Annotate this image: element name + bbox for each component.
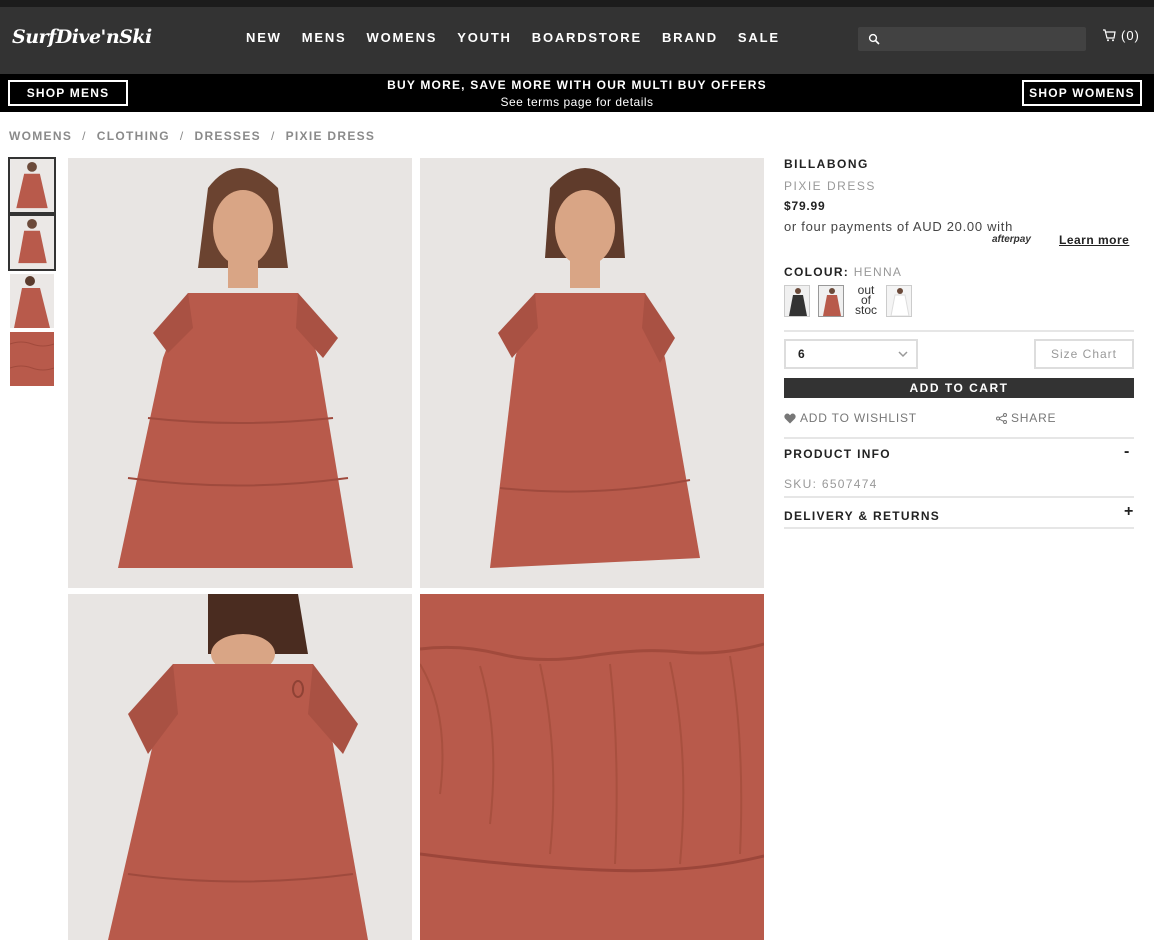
nav-new[interactable]: NEW [246, 30, 282, 45]
search-icon[interactable] [868, 33, 880, 45]
breadcrumb-clothing[interactable]: CLOTHING [97, 129, 170, 143]
wishlist-label: ADD TO WISHLIST [800, 411, 917, 425]
nav-sale[interactable]: SALE [738, 30, 780, 45]
share-label: SHARE [1011, 411, 1057, 425]
product-image-front[interactable] [68, 158, 412, 588]
nav-brand[interactable]: BRAND [662, 30, 718, 45]
thumbnail-4[interactable] [10, 332, 54, 386]
colour-swatch-white[interactable] [886, 285, 912, 317]
add-to-wishlist-button[interactable]: ADD TO WISHLIST [784, 411, 917, 425]
thumbnail-3[interactable] [10, 274, 54, 328]
site-header: SurfDive'nSki NEW MENS WOMENS YOUTH BOAR… [0, 7, 1154, 74]
product-info-header[interactable]: PRODUCT INFO [784, 447, 891, 461]
share-button[interactable]: SHARE [996, 411, 1056, 425]
heart-icon [784, 413, 796, 423]
product-name: PIXIE DRESS [784, 179, 876, 193]
installments-text: or four payments of AUD 20.00 with [784, 219, 1014, 234]
product-price: $79.99 [784, 199, 826, 213]
colour-label: COLOUR: [784, 265, 850, 279]
cart-button[interactable]: (0) [1102, 28, 1140, 43]
breadcrumb-womens[interactable]: WOMENS [9, 129, 72, 143]
share-icon [996, 412, 1007, 424]
colour-value: HENNA [853, 265, 903, 279]
main-nav: NEW MENS WOMENS YOUTH BOARDSTORE BRAND S… [246, 30, 800, 45]
size-select[interactable]: 6 [784, 339, 918, 369]
nav-mens[interactable]: MENS [302, 30, 347, 45]
collapse-icon[interactable]: - [1124, 443, 1129, 461]
colour-swatch-out-of-stock[interactable]: out of stoc [852, 285, 880, 317]
promo-subtitle[interactable]: See terms page for details [0, 95, 1154, 109]
breadcrumb-separator: / [82, 129, 87, 143]
size-selected-value: 6 [798, 347, 805, 361]
nav-youth[interactable]: YOUTH [457, 30, 512, 45]
nav-womens[interactable]: WOMENS [367, 30, 438, 45]
cart-count: (0) [1121, 28, 1140, 43]
promo-title[interactable]: BUY MORE, SAVE MORE WITH OUR MULTI BUY O… [0, 78, 1154, 92]
divider [784, 527, 1134, 529]
learn-more-link[interactable]: Learn more [1059, 233, 1129, 247]
site-logo[interactable]: SurfDive'nSki [12, 26, 152, 48]
divider [784, 437, 1134, 439]
size-chart-button[interactable]: Size Chart [1034, 339, 1134, 369]
colour-swatch-black[interactable] [784, 285, 810, 317]
thumbnail-2[interactable] [8, 214, 56, 271]
cart-icon [1103, 29, 1116, 42]
colour-swatch-henna[interactable] [818, 285, 844, 317]
afterpay-logo: afterpay [992, 234, 1031, 245]
divider [784, 496, 1134, 498]
product-brand[interactable]: BILLABONG [784, 157, 869, 171]
shop-womens-button[interactable]: SHOP WOMENS [1022, 80, 1142, 106]
divider [784, 330, 1134, 332]
breadcrumb: WOMENS / CLOTHING / DRESSES / PIXIE DRES… [9, 129, 375, 143]
chevron-down-icon [898, 351, 908, 358]
add-to-cart-button[interactable]: ADD TO CART [784, 378, 1134, 398]
search-input[interactable] [858, 27, 1086, 51]
breadcrumb-separator: / [270, 129, 276, 143]
product-image-back[interactable] [68, 594, 412, 940]
expand-icon[interactable]: + [1124, 503, 1133, 521]
promo-bar: SHOP MENS BUY MORE, SAVE MORE WITH OUR M… [0, 74, 1154, 112]
top-strip [0, 0, 1154, 7]
breadcrumb-separator: / [179, 129, 185, 143]
breadcrumb-current: PIXIE DRESS [285, 129, 376, 143]
delivery-returns-header[interactable]: DELIVERY & RETURNS [784, 509, 940, 523]
nav-boardstore[interactable]: BOARDSTORE [532, 30, 642, 45]
thumbnail-1[interactable] [8, 157, 56, 214]
breadcrumb-dresses[interactable]: DRESSES [194, 129, 260, 143]
product-sku: SKU: 6507474 [784, 477, 878, 491]
colour-row: COLOUR: HENNA [784, 265, 902, 279]
product-image-fabric-detail[interactable] [420, 594, 764, 940]
product-image-side[interactable] [420, 158, 764, 588]
